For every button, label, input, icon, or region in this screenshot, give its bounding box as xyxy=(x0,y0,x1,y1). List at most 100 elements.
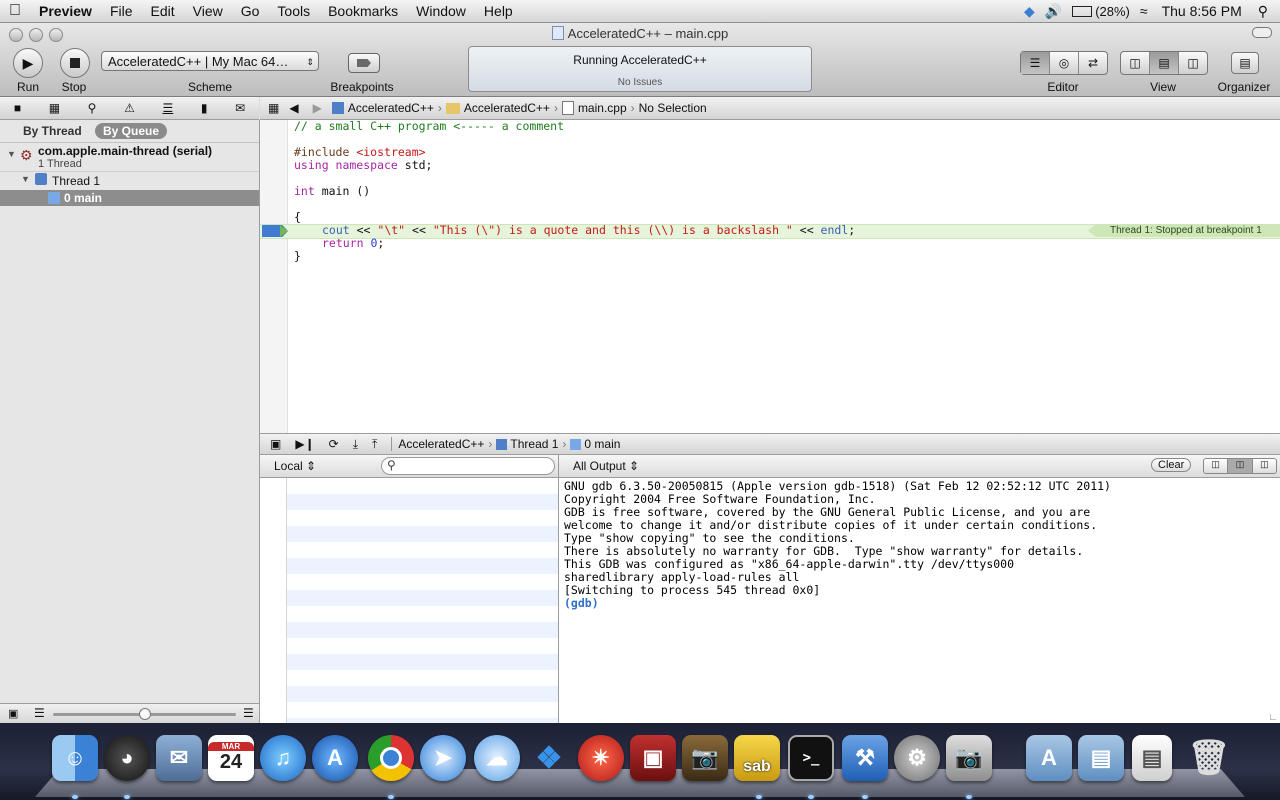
variables-only-icon[interactable]: ◫ xyxy=(1204,459,1229,473)
symbol-navigator-icon[interactable]: ▦ xyxy=(49,101,60,115)
mail-icon[interactable]: ✉ xyxy=(156,735,202,781)
source-editor[interactable]: Thread 1: Stopped at breakpoint 1 // a s… xyxy=(260,120,1280,434)
step-into-icon[interactable]: ⤓ xyxy=(353,437,358,452)
slider-thumb[interactable] xyxy=(139,708,151,720)
menu-tools[interactable]: Tools xyxy=(268,3,319,19)
navigator-toggle-icon[interactable]: ◫ xyxy=(1121,52,1150,74)
mathematica-icon[interactable]: ✴ xyxy=(578,735,624,781)
stop-button[interactable] xyxy=(60,48,90,78)
dashboard-icon[interactable]: ◕ xyxy=(104,735,150,781)
console-layout-segment[interactable]: ◫ ◫ ◫ xyxy=(1203,458,1277,474)
organizer-button[interactable]: ▤ xyxy=(1231,52,1259,74)
issue-navigator-icon[interactable]: ⚠ xyxy=(124,101,135,115)
hide-debug-area-icon[interactable]: ▣ xyxy=(270,437,281,451)
finder-icon[interactable]: ☺ xyxy=(52,735,98,781)
itunes-icon[interactable]: ♫ xyxy=(260,735,306,781)
dropbox-icon[interactable]: ❖ xyxy=(526,735,572,781)
continue-icon[interactable]: ▶❙ xyxy=(295,437,314,451)
disclosure-triangle-icon[interactable]: ▼ xyxy=(7,149,16,159)
back-arrow-icon[interactable]: ◀ xyxy=(289,101,298,115)
debugbar-frame[interactable]: 0 main xyxy=(584,437,620,451)
output-filter-popup[interactable]: All Output ⇕ xyxy=(573,459,639,473)
ical-icon[interactable]: MAR 24 xyxy=(208,735,254,781)
preview-icon[interactable]: 📷 xyxy=(946,735,992,781)
debugbar-thread[interactable]: Thread 1 xyxy=(510,437,558,451)
view-segment[interactable]: ◫ ▤ ◫ xyxy=(1120,51,1208,75)
xcode-icon[interactable]: ⚒ xyxy=(842,735,888,781)
debug-area-toggle-icon[interactable]: ▤ xyxy=(1150,52,1179,74)
downloads-stack-icon[interactable]: ▤ xyxy=(1132,735,1172,781)
scope-popup[interactable]: Local ⇕ xyxy=(274,459,316,473)
menu-window[interactable]: Window xyxy=(407,3,475,19)
iphoto-icon[interactable]: 📷 xyxy=(682,735,728,781)
jumpbar-file[interactable]: main.cpp xyxy=(578,101,627,115)
editor-gutter[interactable] xyxy=(260,120,288,433)
variables-view[interactable] xyxy=(260,478,559,723)
debugbar-project[interactable]: AcceleratedC++ xyxy=(398,437,484,451)
battery-percent[interactable]: (28%) xyxy=(1095,4,1130,19)
tab-by-thread[interactable]: By Thread xyxy=(23,124,82,138)
scheme-selector[interactable]: AcceleratedC++ | My Mac 64… ⇕ xyxy=(101,51,319,71)
forward-arrow-icon[interactable]: ▶ xyxy=(313,101,322,115)
project-navigator-icon[interactable]: ■ xyxy=(14,101,21,115)
queue-row[interactable]: ▼ ⚙ com.apple.main-thread (serial) 1 Thr… xyxy=(0,143,259,172)
editor-mode-segment[interactable]: ☰ ◎ ⇄ xyxy=(1020,51,1108,75)
photo-booth-icon[interactable]: ▣ xyxy=(630,735,676,781)
breakpoints-button[interactable] xyxy=(348,53,380,73)
jumpbar-group[interactable]: AcceleratedC++ xyxy=(464,101,550,115)
jumpbar-selection[interactable]: No Selection xyxy=(639,101,707,115)
console-only-icon[interactable]: ◫ xyxy=(1253,459,1276,473)
battery-icon[interactable] xyxy=(1072,5,1093,17)
standard-editor-icon[interactable]: ☰ xyxy=(1021,52,1050,74)
chrome-icon[interactable] xyxy=(368,735,414,781)
clock[interactable]: Thu 8:56 PM xyxy=(1162,3,1242,19)
dropbox-status-icon[interactable]: ◆ xyxy=(1024,3,1035,20)
filter-toggle-icon[interactable]: ▣ xyxy=(8,707,18,720)
resize-grip-icon[interactable]: ∟ xyxy=(1268,712,1278,723)
tab-by-queue[interactable]: By Queue xyxy=(95,123,168,139)
log-navigator-icon[interactable]: ✉ xyxy=(235,101,245,115)
list-style-icon[interactable]: ☰ xyxy=(243,706,254,720)
applications-folder-icon[interactable]: A xyxy=(1026,735,1072,781)
disclosure-triangle-icon[interactable]: ▼ xyxy=(21,174,30,184)
step-over-icon[interactable]: ⟳ xyxy=(329,437,339,451)
toolbar-toggle-button[interactable] xyxy=(1252,27,1272,38)
stack-frame-row[interactable]: 0 main xyxy=(0,190,259,206)
app-store-icon[interactable]: A xyxy=(312,735,358,781)
menu-help[interactable]: Help xyxy=(475,3,522,19)
step-out-icon[interactable]: ⤒ xyxy=(372,437,377,452)
breakpoint-navigator-icon[interactable]: ▮ xyxy=(201,101,208,115)
utilities-toggle-icon[interactable]: ◫ xyxy=(1179,52,1207,74)
menu-bookmarks[interactable]: Bookmarks xyxy=(319,3,407,19)
console-output[interactable]: GNU gdb 6.3.50-20050815 (Apple version g… xyxy=(559,478,1280,723)
menu-view[interactable]: View xyxy=(184,3,232,19)
gdb-prompt[interactable]: (gdb) xyxy=(564,597,599,610)
apple-menu-icon[interactable]:  xyxy=(0,2,30,20)
clear-console-button[interactable]: Clear xyxy=(1151,458,1192,472)
menu-app-name[interactable]: Preview xyxy=(30,3,101,19)
wifi-icon[interactable]: ≈ xyxy=(1140,3,1148,19)
menu-edit[interactable]: Edit xyxy=(142,3,184,19)
safari-icon[interactable]: ➤ xyxy=(420,735,466,781)
documents-folder-icon[interactable]: ▤ xyxy=(1078,735,1124,781)
split-view-icon[interactable]: ◫ xyxy=(1228,459,1253,473)
menu-file[interactable]: File xyxy=(101,3,142,19)
list-style-icon[interactable]: ☰ xyxy=(34,706,45,720)
version-editor-icon[interactable]: ⇄ xyxy=(1079,52,1107,74)
spotlight-icon[interactable]: ⚲ xyxy=(1258,3,1268,20)
openoffice-icon[interactable]: ☁ xyxy=(474,735,520,781)
trash-icon[interactable]: 🗑 xyxy=(1186,735,1232,781)
volume-icon[interactable]: 🔊 xyxy=(1045,3,1062,20)
related-items-icon[interactable]: ▦ xyxy=(268,101,279,115)
system-preferences-icon[interactable]: ⚙ xyxy=(894,735,940,781)
thread-row[interactable]: ▼ Thread 1 xyxy=(0,172,259,190)
terminal-icon[interactable]: >_ xyxy=(788,735,834,781)
assistant-editor-icon[interactable]: ◎ xyxy=(1050,52,1079,74)
menu-go[interactable]: Go xyxy=(232,3,269,19)
debug-navigator-icon[interactable]: ☰ xyxy=(162,101,173,115)
search-navigator-icon[interactable]: ⚲ xyxy=(88,101,97,115)
variables-search-field[interactable]: ⚲ xyxy=(381,457,555,475)
run-button[interactable]: ▶ xyxy=(13,48,43,78)
sabnzbd-icon[interactable]: sab xyxy=(734,735,780,781)
jumpbar-project[interactable]: AcceleratedC++ xyxy=(348,101,434,115)
